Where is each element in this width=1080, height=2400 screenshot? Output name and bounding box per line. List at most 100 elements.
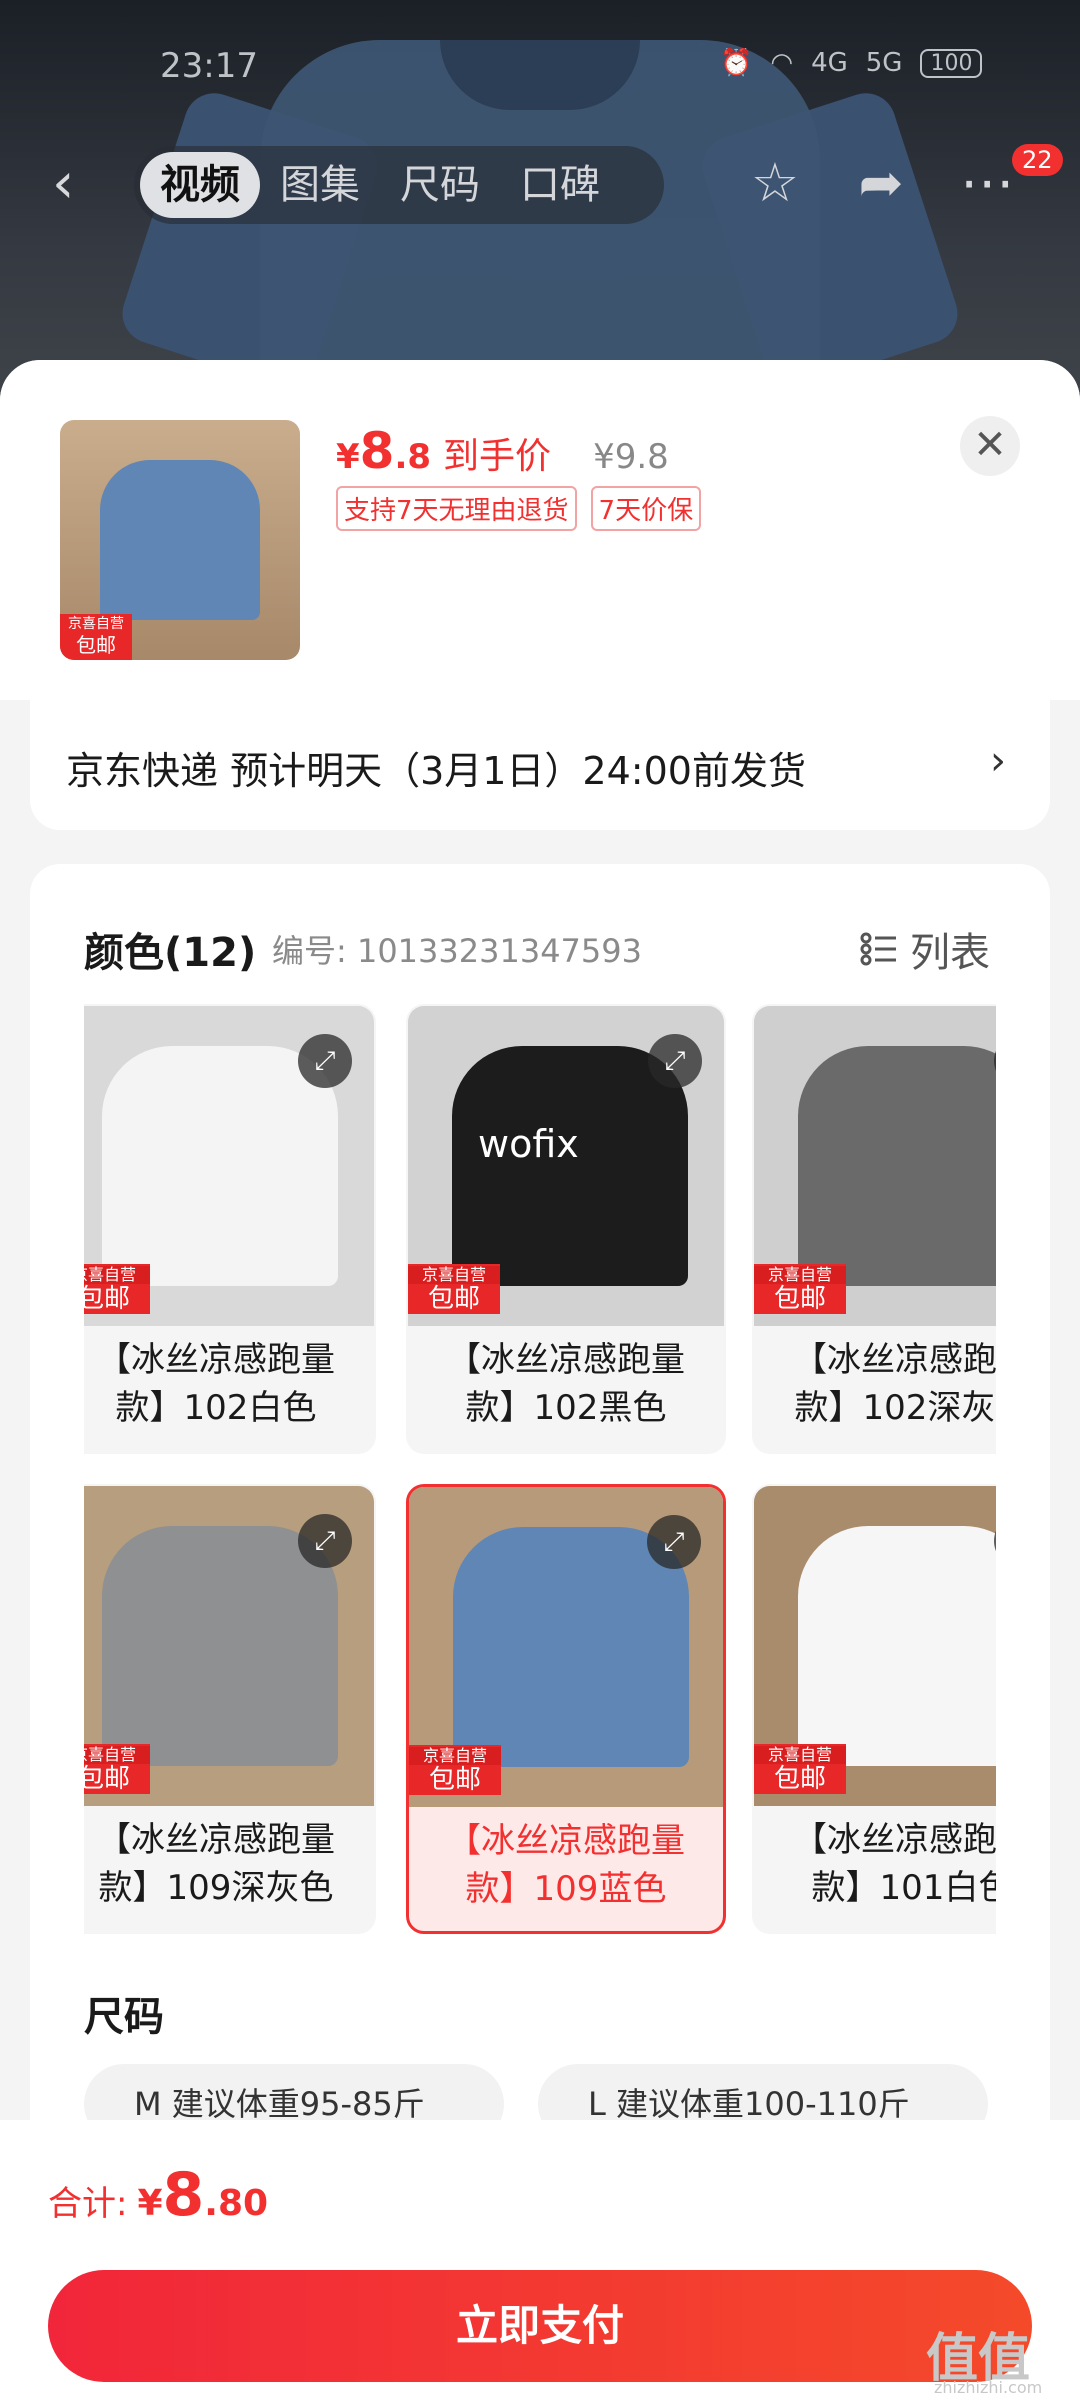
jd-tag-bottom: 包邮 — [773, 1284, 826, 1314]
color-option[interactable]: ⤢ 京喜自营包邮 【冰丝凉感跑量款】101白色 — [752, 1484, 996, 1934]
color-label-line1: 【冰丝凉感跑量 — [793, 1340, 996, 1380]
pay-now-button[interactable]: 立即支付 — [48, 2270, 1032, 2382]
color-option-image: ⤢ 京喜自营包邮 — [754, 1486, 996, 1806]
color-option[interactable]: ⤢ 京喜自营包邮 【冰丝凉感跑量款】109深灰色 — [84, 1484, 376, 1934]
color-option-label: 【冰丝凉感跑量 款】102白色 — [84, 1336, 374, 1432]
expand-icon[interactable]: ⤢ — [647, 1515, 701, 1569]
color-option-label: 【冰丝凉感跑量 款】102黑色 — [408, 1336, 724, 1432]
color-option-shirt — [798, 1526, 996, 1766]
service-tags: 支持7天无理由退货 7天价保 — [336, 486, 702, 531]
jd-tag-top: 京喜自营 — [408, 1266, 500, 1284]
total-integer: 8 — [162, 2160, 205, 2230]
color-option-image: ⤢ 京喜自营包邮 — [84, 1006, 374, 1326]
jd-tag-top: 京喜自营 — [84, 1266, 150, 1284]
alarm-icon: ⏰ — [720, 48, 753, 78]
size-title: 尺码 — [84, 1994, 164, 2040]
price-protect-tag: 7天价保 — [590, 486, 702, 531]
tab-gallery[interactable]: 图集 — [260, 152, 380, 218]
original-price: ¥9.8 — [593, 437, 669, 477]
status-bar: 23:17 ⏰ ◠ 4G 5G 100 — [0, 40, 1080, 100]
color-section: 颜色(12) 编号: 10133231347593 列表 ⤢ 京喜自营包邮 — [30, 864, 1050, 2284]
jd-tag-bottom: 包邮 — [76, 633, 116, 657]
jd-tag-bottom: 包邮 — [773, 1764, 826, 1794]
share-icon[interactable]: ➦ — [846, 148, 916, 218]
back-icon[interactable]: ‹ — [52, 156, 96, 212]
jd-tag-bottom: 包邮 — [428, 1765, 481, 1795]
jd-tag-bottom: 包邮 — [427, 1284, 480, 1314]
final-price: ¥8.8 — [336, 422, 431, 480]
media-tabs: 视频 图集 尺码 口碑 — [134, 146, 664, 224]
color-option-image: ⤢ 京喜自营包邮 — [409, 1487, 723, 1807]
sku-sheet: 京喜自营 包邮 ¥8.8 到手价 ¥9.8 支持7天无理由退货 7天价保 ✕ 京… — [0, 360, 1080, 2400]
jd-tag-top: 京喜自营 — [754, 1746, 846, 1764]
color-option[interactable]: ⤢ 京喜自营包邮 【冰丝凉感跑量款】102白色 — [84, 1004, 376, 1454]
color-label-line1: 【冰丝凉感跑量 — [97, 1820, 335, 1860]
jd-self-tag: 京喜自营包邮 — [409, 1745, 501, 1795]
price-symbol: ¥ — [336, 437, 360, 477]
site-watermark-url: zhizhizhi.com — [934, 2378, 1043, 2397]
thumbnail-shirt — [100, 460, 260, 620]
color-option-selected[interactable]: ⤢ 京喜自营 包邮 【冰丝凉感跑量 款】109蓝色 — [406, 1484, 726, 1934]
favorite-star-icon[interactable]: ☆ — [740, 148, 810, 218]
expand-icon[interactable]: ⤢ — [648, 1034, 702, 1088]
color-option-shirt — [453, 1527, 689, 1767]
checkout-footer: 合计: ¥8.80 立即支付 — [0, 2120, 1080, 2400]
jd-self-tag: 京喜自营包邮 — [754, 1264, 846, 1314]
tab-video[interactable]: 视频 — [140, 152, 260, 218]
battery-icon: 100 — [920, 48, 983, 78]
color-option-shirt — [798, 1046, 996, 1286]
status-time: 23:17 — [160, 46, 258, 86]
jd-self-tag: 京喜自营包邮 — [84, 1264, 150, 1314]
color-label-line2: 款】102黑色 — [465, 1388, 667, 1428]
color-option-shirt — [452, 1046, 688, 1286]
color-option-label: 【冰丝凉感跑量款】101白色 — [754, 1816, 996, 1912]
total-symbol: ¥ — [137, 2183, 163, 2224]
list-view-toggle[interactable]: 列表 — [860, 920, 990, 978]
color-option-shirt — [102, 1526, 338, 1766]
chevron-right-icon: › — [990, 738, 1006, 784]
color-option-label: 【冰丝凉感跑量 款】109深灰色 — [84, 1816, 374, 1912]
color-option-label: 【冰丝凉感跑量 款】109蓝色 — [409, 1817, 723, 1913]
jd-tag-top: 京喜自营 — [84, 1746, 150, 1764]
total-price: 合计: ¥8.80 — [48, 2160, 268, 2230]
jd-tag-bottom: 包邮 — [84, 1284, 130, 1314]
return-tag: 支持7天无理由退货 — [336, 486, 577, 531]
color-label-line2: 款】109蓝色 — [465, 1869, 667, 1909]
jd-tag-top: 京喜自营 — [754, 1266, 846, 1284]
color-option[interactable]: ⤢ 京喜自营包邮 【冰丝凉感跑量款】102深灰色 — [752, 1004, 996, 1454]
signal-4g-icon: 4G — [811, 48, 848, 78]
jd-self-tag: 京喜自营包邮 — [84, 1744, 150, 1794]
tab-size[interactable]: 尺码 — [380, 152, 500, 218]
color-title: 颜色(12) — [84, 930, 257, 976]
product-thumbnail[interactable]: 京喜自营 包邮 — [60, 420, 300, 660]
sku-number: 编号: 10133231347593 — [272, 932, 642, 970]
color-option-image: ⤢ 京喜自营包邮 — [754, 1006, 996, 1326]
list-label: 列表 — [910, 930, 990, 976]
signal-5g-icon: 5G — [865, 48, 903, 78]
total-label: 合计: — [48, 2184, 128, 2224]
shipping-text: 京东快递 预计明天（3月1日）24:00前发货 — [66, 749, 806, 793]
wifi-icon: ◠ — [770, 48, 794, 78]
color-option-shirt — [102, 1046, 338, 1286]
price-line: ¥8.8 到手价 ¥9.8 — [336, 422, 669, 480]
total-decimal: .80 — [204, 2183, 269, 2224]
total-amount: ¥8.80 — [137, 2160, 268, 2230]
jd-tag-top: 京喜自营 — [68, 616, 124, 632]
shipping-row[interactable]: 京东快递 预计明天（3月1日）24:00前发货 › — [30, 690, 1050, 830]
list-icon — [860, 932, 896, 966]
color-label-line2: 款】109深灰色 — [98, 1868, 334, 1908]
color-label-line1: 【冰丝凉感跑量 — [447, 1821, 685, 1861]
color-option[interactable]: wofix ⤢ 京喜自营 包邮 【冰丝凉感跑量 款】102黑色 — [406, 1004, 726, 1454]
expand-icon[interactable]: ⤢ — [298, 1034, 352, 1088]
color-label-line2: 款】101白色 — [811, 1868, 996, 1908]
jd-tag-top: 京喜自营 — [409, 1747, 501, 1765]
color-label-line1: 【冰丝凉感跑量 — [447, 1340, 685, 1380]
expand-icon[interactable]: ⤢ — [298, 1514, 352, 1568]
notification-badge: 22 — [1012, 144, 1063, 176]
tab-reviews[interactable]: 口碑 — [500, 152, 620, 218]
close-icon[interactable]: ✕ — [960, 416, 1020, 476]
price-integer: 8 — [359, 422, 395, 480]
jd-self-tag: 京喜自营包邮 — [754, 1744, 846, 1794]
jd-self-tag: 京喜自营包邮 — [408, 1264, 500, 1314]
color-option-image: ⤢ 京喜自营包邮 — [84, 1486, 374, 1806]
